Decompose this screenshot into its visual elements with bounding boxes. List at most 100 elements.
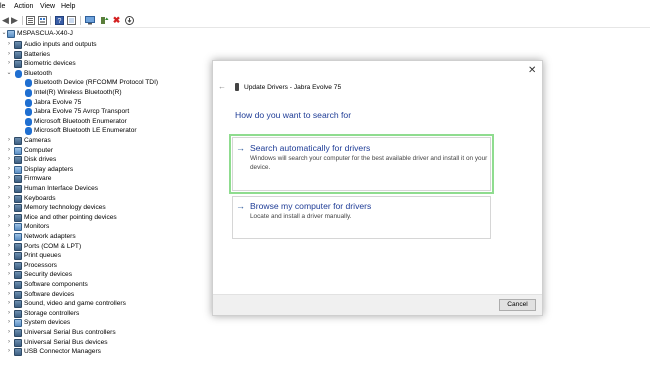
expand-arrow-icon[interactable]: › (6, 280, 12, 290)
tree-category[interactable]: › Display adapters (0, 165, 210, 175)
expand-arrow-icon[interactable]: › (6, 146, 12, 156)
tree-category[interactable]: › System devices (0, 318, 210, 328)
help-icon[interactable]: ? (54, 15, 65, 26)
tree-category[interactable]: › Biometric devices (0, 59, 210, 69)
option-description: Windows will search your computer for th… (250, 155, 488, 171)
tree-category[interactable]: › Keyboards (0, 194, 210, 204)
tree-category[interactable]: › Audio inputs and outputs (0, 40, 210, 50)
tree-category[interactable]: › Universal Serial Bus controllers (0, 328, 210, 338)
expand-arrow-icon[interactable]: › (6, 299, 12, 309)
expand-arrow-icon[interactable]: › (6, 203, 12, 213)
expand-arrow-icon[interactable]: › (6, 232, 12, 242)
monitor-icon[interactable] (84, 15, 95, 26)
uninstall-icon[interactable]: ✖ (111, 15, 122, 26)
tree-category-label: Software devices (24, 290, 75, 298)
tree-category[interactable]: › Software components (0, 280, 210, 290)
expand-arrow-icon[interactable]: › (6, 318, 12, 328)
usb-connector-icon (14, 348, 22, 357)
tree-category[interactable]: › USB Connector Managers (0, 347, 210, 357)
forward-icon[interactable]: ▶ (9, 15, 20, 26)
tree-device[interactable]: Bluetooth Device (RFCOMM Protocol TDI) (0, 78, 210, 88)
toolbar: ◀ ▶ ? ✖ (0, 13, 650, 28)
expand-arrow-icon[interactable]: › (6, 155, 12, 165)
browse-computer-option[interactable]: → Browse my computer for drivers Locate … (232, 196, 491, 239)
expand-arrow-icon[interactable]: › (6, 270, 12, 280)
tree-category[interactable]: › Software devices (0, 290, 210, 300)
tree-category-label: Display adapters (24, 165, 74, 173)
expand-arrow-icon[interactable]: › (6, 290, 12, 300)
device-tree: ⌄ MSPASCUA-X40-J › Audio inputs and outp… (0, 29, 210, 365)
menu-bar: le Action View Help (0, 0, 650, 13)
expand-arrow-icon[interactable]: › (6, 338, 12, 348)
bluetooth-icon (25, 79, 32, 88)
expand-arrow-icon[interactable]: › (6, 136, 12, 146)
processor-icon (14, 261, 22, 270)
menu-view[interactable]: View (40, 3, 55, 11)
update-drivers-dialog: ← Update Drivers - Jabra Evolve 75 ✕ How… (212, 60, 543, 316)
tree-category[interactable]: › Memory technology devices (0, 203, 210, 213)
tree-category-bluetooth[interactable]: ⌄ Bluetooth (0, 69, 210, 79)
show-hidden-icon[interactable] (66, 15, 77, 26)
tree-category[interactable]: › Monitors (0, 222, 210, 232)
tree-category[interactable]: › Processors (0, 261, 210, 271)
expand-arrow-icon[interactable]: › (6, 347, 12, 357)
toolbar-separator (50, 16, 51, 25)
tree-category-label: Mice and other pointing devices (24, 213, 117, 221)
search-automatically-option[interactable]: → Search automatically for drivers Windo… (229, 134, 494, 194)
menu-file[interactable]: le (0, 3, 5, 11)
tree-device[interactable]: Microsoft Bluetooth Enumerator (0, 117, 210, 127)
firmware-icon (14, 175, 22, 184)
expand-arrow-icon[interactable]: › (6, 309, 12, 319)
tree-device[interactable]: Intel(R) Wireless Bluetooth(R) (0, 88, 210, 98)
tree-device[interactable]: Jabra Evolve 75 Avrcp Transport (0, 107, 210, 117)
expand-arrow-icon[interactable]: › (6, 261, 12, 271)
tree-category[interactable]: › Network adapters (0, 232, 210, 242)
expand-arrow-icon[interactable]: › (6, 165, 12, 175)
tree-category[interactable]: › Ports (COM & LPT) (0, 242, 210, 252)
bluetooth-icon (15, 69, 22, 78)
cancel-button[interactable]: Cancel (499, 299, 536, 311)
expand-arrow-icon[interactable]: › (6, 174, 12, 184)
tree-category-label: Memory technology devices (24, 204, 106, 212)
tree-device-label: Intel(R) Wireless Bluetooth(R) (34, 89, 122, 96)
expand-arrow-icon[interactable]: › (6, 213, 12, 223)
scan-hardware-icon[interactable] (124, 15, 135, 26)
menu-help[interactable]: Help (61, 3, 75, 11)
tree-root[interactable]: ⌄ MSPASCUA-X40-J (0, 29, 210, 39)
tree-device[interactable]: Microsoft Bluetooth LE Enumerator (0, 126, 210, 136)
update-driver-icon[interactable] (99, 15, 110, 26)
expand-arrow-icon[interactable]: › (6, 40, 12, 50)
keyboard-icon (14, 194, 22, 203)
device-manager-icon[interactable] (25, 15, 36, 26)
tree-category-label: Disk drives (24, 156, 57, 164)
expand-arrow-icon[interactable]: › (6, 242, 12, 252)
tree-category-label: Monitors (24, 223, 50, 231)
expand-arrow-icon[interactable]: › (6, 50, 12, 60)
tree-category[interactable]: › Computer (0, 146, 210, 156)
tree-category[interactable]: › Print queues (0, 251, 210, 261)
tree-category[interactable]: › Mice and other pointing devices (0, 213, 210, 223)
tree-category[interactable]: › Cameras (0, 136, 210, 146)
collapse-arrow-icon[interactable]: ⌄ (6, 69, 12, 79)
expand-arrow-icon[interactable]: › (6, 184, 12, 194)
menu-action[interactable]: Action (14, 3, 33, 11)
tree-category[interactable]: › Human Interface Devices (0, 184, 210, 194)
arrow-right-icon: → (236, 201, 245, 211)
tree-category[interactable]: › Disk drives (0, 155, 210, 165)
tree-category[interactable]: › Storage controllers (0, 309, 210, 319)
tree-device[interactable]: Jabra Evolve 75 (0, 98, 210, 108)
tree-category[interactable]: › Universal Serial Bus devices (0, 338, 210, 348)
close-icon[interactable]: ✕ (528, 65, 536, 76)
tree-category[interactable]: › Batteries (0, 50, 210, 60)
properties-icon[interactable] (37, 15, 48, 26)
expand-arrow-icon[interactable]: › (6, 59, 12, 69)
tree-category[interactable]: › Security devices (0, 270, 210, 280)
tree-category[interactable]: › Firmware (0, 174, 210, 184)
expand-arrow-icon[interactable]: › (6, 222, 12, 232)
printer-icon (14, 252, 22, 261)
tree-category[interactable]: › Sound, video and game controllers (0, 299, 210, 309)
expand-arrow-icon[interactable]: › (6, 194, 12, 204)
expand-arrow-icon[interactable]: › (6, 328, 12, 338)
back-arrow-icon[interactable]: ← (218, 82, 226, 91)
expand-arrow-icon[interactable]: › (6, 251, 12, 261)
